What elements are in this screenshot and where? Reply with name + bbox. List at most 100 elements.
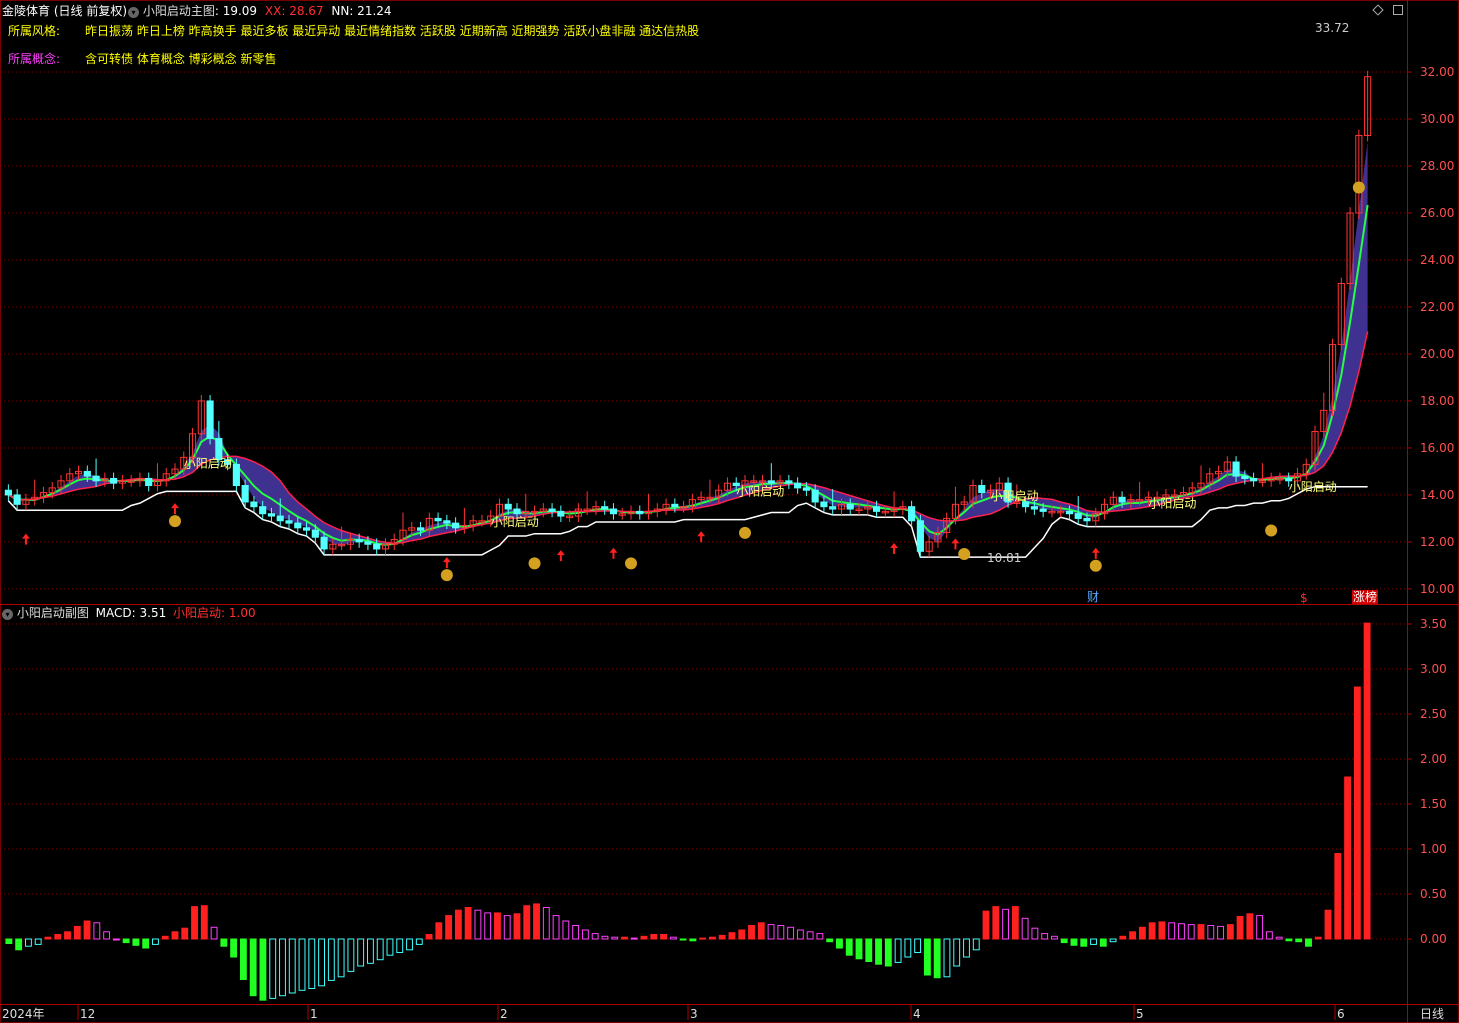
macd-bar (689, 938, 697, 942)
macd-bar (435, 922, 443, 940)
macd-bar (54, 934, 62, 940)
period-label: (日线 前复权) (53, 4, 128, 18)
candle-body (794, 482, 802, 489)
macd-bar (83, 920, 91, 940)
macd-bar (464, 907, 472, 940)
money-bag-icon (1265, 524, 1278, 537)
candle-body (4, 489, 12, 496)
candle-body (355, 539, 363, 543)
macd-bar (425, 934, 433, 940)
macd-bar (660, 934, 668, 940)
xx-value: XX: 28.67 (264, 4, 324, 18)
main-value: : 19.09 (214, 4, 258, 18)
ribbon-band (8, 141, 1368, 546)
macd-bar (230, 938, 238, 958)
arrow-up-icon (171, 503, 179, 515)
candle-body (241, 485, 249, 503)
macd-bar (943, 938, 951, 978)
macd-bar (757, 922, 765, 940)
money-bag-icon (625, 557, 637, 570)
y-tick-label: 2.50 (1420, 707, 1447, 721)
macd-bar (767, 924, 775, 940)
candle-body (504, 503, 512, 510)
macd-bar (1080, 938, 1088, 947)
restore-window-icon[interactable] (1393, 5, 1403, 15)
macd-bar (1197, 924, 1205, 940)
macd-bar (1226, 924, 1234, 940)
macd-bar (161, 935, 169, 940)
candle-body (13, 494, 21, 505)
period-button[interactable]: 日线 (1420, 1007, 1444, 1021)
macd-bar (73, 925, 81, 940)
macd-bar (1256, 915, 1264, 940)
candle-body (1241, 475, 1249, 479)
macd-bar (552, 915, 560, 940)
macd-bar (1305, 938, 1312, 947)
chart-canvas: 32.0030.0028.0026.0024.0022.0020.0018.00… (0, 0, 1459, 1023)
macd-bar (220, 938, 228, 947)
macd-bar (1344, 776, 1352, 940)
macd-bar (1099, 938, 1107, 947)
macd-bar (826, 938, 834, 943)
macd-bar (875, 938, 882, 965)
candle-body (978, 485, 986, 494)
macd-bar (181, 927, 189, 940)
month-label: 3 (690, 1007, 698, 1021)
y-tick-label: 3.50 (1420, 617, 1447, 631)
macd-bar (34, 938, 42, 945)
signal-label: 小阳启动 (491, 515, 539, 529)
macd-bar (132, 938, 140, 946)
chevron-down-icon[interactable]: ▾ (2, 609, 13, 620)
candle-body (373, 543, 381, 550)
macd-bar (24, 938, 32, 947)
dollar-marker[interactable]: $ (1300, 591, 1308, 605)
candle-body (908, 506, 916, 522)
macd-bar (366, 938, 374, 964)
money-bag-icon (1352, 181, 1365, 194)
macd-bar (699, 937, 707, 940)
stock-name: 金陵体育 (2, 4, 51, 18)
money-bag-icon (739, 526, 751, 539)
macd-bar (1187, 924, 1195, 940)
macd-bar (796, 929, 804, 940)
macd-bar (513, 913, 521, 940)
macd-bar (1050, 935, 1058, 940)
candle-body (1118, 496, 1126, 503)
candle-body (364, 541, 372, 545)
ma-fast-line (7, 204, 1369, 546)
candle-body (92, 475, 100, 482)
candle-body (820, 501, 828, 508)
y-tick-label: 24.00 (1420, 253, 1454, 267)
macd-bar (533, 903, 540, 940)
macd-bar (112, 938, 120, 941)
candle-body (802, 487, 810, 491)
month-label: 1 (310, 1007, 318, 1021)
macd-bar (347, 938, 355, 972)
macd-bar (93, 922, 101, 940)
macd-bar (259, 938, 267, 1001)
candle-body (311, 529, 319, 538)
finance-marker[interactable]: 财 (1087, 590, 1099, 604)
chevron-down-icon[interactable]: ▾ (128, 7, 139, 18)
macd-bar (1324, 909, 1332, 940)
nn-value: NN: 21.24 (331, 4, 392, 18)
y-tick-label: 1.50 (1420, 797, 1447, 811)
concept-label: 所属概念: (8, 52, 61, 66)
limit-up-marker[interactable]: 涨榜 (1352, 590, 1379, 604)
macd-bar (669, 936, 677, 940)
macd-bar (923, 938, 931, 976)
macd-bar (357, 938, 365, 967)
candle-body (276, 515, 284, 522)
macd-bar (621, 936, 628, 940)
macd-bar (1138, 926, 1146, 940)
macd-bar (787, 926, 795, 940)
signal-label: 小阳启动 (991, 489, 1039, 503)
concept-values: 含可转债 体育概念 博彩概念 新零售 (85, 52, 277, 66)
macd-bar (904, 938, 912, 958)
macd-bar (64, 931, 71, 940)
candle-body (416, 527, 425, 531)
macd-bar (327, 938, 335, 981)
macd-bar (396, 938, 404, 953)
y-tick-label: 0.50 (1420, 887, 1447, 901)
month-label: 4 (913, 1007, 921, 1021)
